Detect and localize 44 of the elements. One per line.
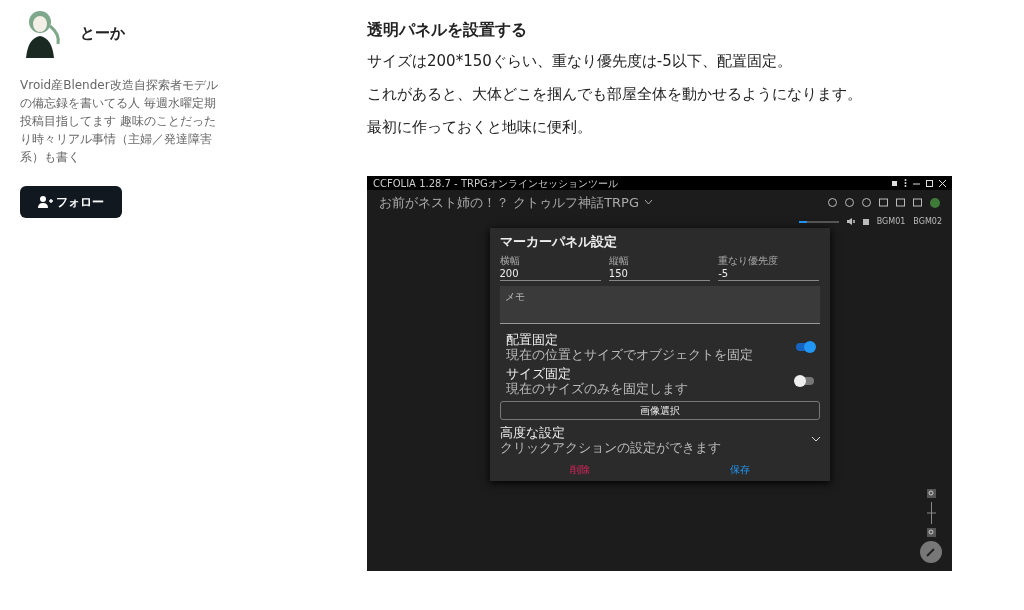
dialog-title: マーカーパネル設定 — [499, 232, 618, 251]
add-user-icon — [38, 196, 54, 208]
text-field[interactable]: 横幅 200 — [499, 255, 601, 281]
text-field[interactable]: 縦幅 150 — [608, 255, 711, 281]
image-select-button[interactable]: 画像選択 — [499, 400, 820, 420]
bgm-button[interactable]: BGM01 — [876, 215, 906, 228]
maximize-icon[interactable] — [926, 179, 933, 187]
field-value: 200 — [499, 267, 520, 280]
author-bio: Vroid産Blender改造自探索者モデルの備忘録を書いてる人 毎週水曜定期投稿目指してます 趣味のことだったり時々リアル事情（主婦／発達障害系）も書く — [20, 77, 219, 166]
article-paragraph: これがあると、大体どこを掴んでも部屋全体を動かせるようになります。 — [367, 84, 863, 105]
advanced-settings-title[interactable]: 高度な設定 — [499, 424, 812, 440]
window-title: CCFOLIA 1.28.7 - TRPGオンラインセッションツール — [373, 176, 618, 191]
room-name[interactable]: お前がネスト姉の！？ クトゥルフ神話TRPG — [379, 193, 640, 213]
follow-button[interactable]: フォロー — [20, 186, 122, 218]
speaker-muted-icon[interactable] — [846, 218, 855, 225]
article-heading: 透明パネルを設置する — [367, 19, 528, 41]
field-value: 150 — [608, 267, 629, 280]
author-name: とーか — [80, 22, 125, 44]
save-button[interactable]: 保存 — [719, 459, 760, 479]
article-paragraph: 最初に作っておくと地味に便利。 — [367, 117, 593, 138]
advanced-settings-subtitle: クリックアクションの設定ができます — [499, 439, 722, 455]
article-paragraph: サイズは200*150ぐらい、重なり優先度は-5以下、配置固定。 — [367, 51, 793, 72]
bgm-button[interactable]: BGM02 — [913, 215, 942, 228]
toggle-title: サイズ固定 — [505, 365, 572, 381]
avatar-icon[interactable] — [930, 197, 940, 208]
toggle-title: 配置固定 — [505, 331, 559, 347]
field-label: 重なり優先度 — [718, 255, 780, 267]
toggle-switch[interactable] — [795, 376, 814, 385]
close-icon[interactable] — [939, 179, 946, 187]
toggle-description: 現在のサイズのみを固定します — [505, 380, 689, 396]
field-value: -5 — [718, 267, 730, 280]
toggle-description: 現在の位置とサイズでオブジェクトを固定 — [505, 346, 754, 362]
chevron-down-icon[interactable] — [645, 200, 653, 206]
stop-icon[interactable] — [862, 218, 869, 225]
volume-slider[interactable] — [798, 220, 839, 223]
zoom-slider-drawing[interactable] — [926, 502, 936, 524]
pencil-icon[interactable] — [920, 541, 942, 563]
field-label: 横幅 — [499, 255, 521, 267]
chevron-icon[interactable] — [811, 437, 820, 442]
toggle-switch[interactable] — [795, 342, 814, 351]
field-label: 縦幅 — [608, 255, 630, 267]
more-icon[interactable] — [904, 179, 907, 187]
text-field[interactable]: 重なり優先度 -5 — [718, 255, 820, 281]
memo-field[interactable]: メモ — [499, 286, 820, 324]
